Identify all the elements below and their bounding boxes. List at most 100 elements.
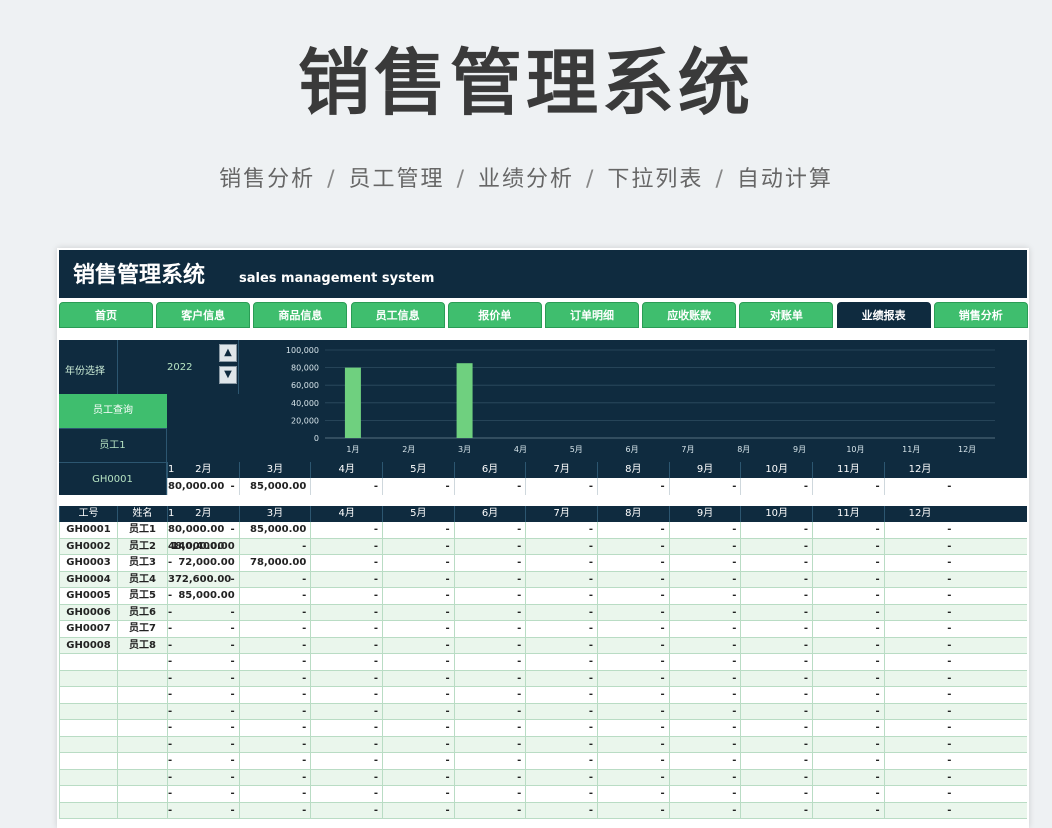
table-cell[interactable] [117,769,167,786]
table-cell[interactable]: - [167,802,239,819]
table-cell[interactable]: - [238,753,311,769]
table-cell[interactable]: - [382,753,454,769]
table-cell[interactable]: - [597,753,669,769]
table-cell[interactable]: - [597,637,669,654]
table-cell[interactable] [59,720,117,736]
table-cell[interactable]: - [167,736,239,753]
table-cell[interactable] [117,786,167,802]
table-cell[interactable]: - [525,637,597,654]
table-cell[interactable]: - [310,687,382,703]
table-cell[interactable]: - [453,654,526,670]
table-cell[interactable]: - [525,588,597,604]
table-cell[interactable]: - [812,604,884,621]
table-cell[interactable]: - [382,670,454,687]
table-cell[interactable]: - [238,720,311,736]
table-cell[interactable] [59,753,117,769]
table-cell[interactable]: - [597,571,669,588]
table-cell[interactable]: 员工7 [117,621,167,637]
table-cell[interactable]: - [883,654,956,670]
table-cell[interactable]: - [453,637,526,654]
table-cell[interactable]: 78,000.00 [238,555,311,571]
table-cell[interactable]: - [525,802,597,819]
table-cell[interactable]: - [668,769,741,786]
table-cell[interactable]: - [310,621,382,637]
table-cell[interactable]: - [668,736,741,753]
table-cell[interactable]: - [238,703,311,720]
table-cell[interactable]: - [812,687,884,703]
table-cell[interactable]: - [597,736,669,753]
table-cell[interactable]: - [883,555,956,571]
tab-2[interactable]: 商品信息 [253,302,348,328]
table-cell[interactable]: - [238,670,311,687]
table-cell[interactable]: - [812,753,884,769]
table-cell[interactable]: - [668,802,741,819]
table-cell[interactable]: - [310,736,382,753]
table-cell[interactable]: - [382,637,454,654]
year-value[interactable]: 2022 [167,362,192,373]
table-cell[interactable]: - [167,522,239,538]
table-cell[interactable]: - [238,802,311,819]
table-cell[interactable]: 72,000.00 [167,555,239,571]
table-cell[interactable]: - [525,670,597,687]
table-cell[interactable]: - [453,522,526,538]
table-cell[interactable]: - [883,604,956,621]
table-cell[interactable]: GH0001 [59,522,117,538]
table-cell[interactable]: - [382,621,454,637]
table-cell[interactable]: GH0005 [59,588,117,604]
table-cell[interactable]: - [740,786,812,802]
table-cell[interactable]: - [238,786,311,802]
table-cell[interactable]: - [740,670,812,687]
table-cell[interactable]: - [238,687,311,703]
table-cell[interactable]: - [382,654,454,670]
table-cell[interactable]: - [167,604,239,621]
table-cell[interactable]: - [668,670,741,687]
table-cell[interactable]: - [382,703,454,720]
year-down-button[interactable]: ▼ [219,366,237,384]
table-cell[interactable]: - [668,637,741,654]
table-cell[interactable]: 员工3 [117,555,167,571]
table-cell[interactable]: - [740,538,812,555]
table-cell[interactable]: - [740,637,812,654]
table-cell[interactable]: - [382,720,454,736]
tab-7[interactable]: 对账单 [739,302,834,328]
table-cell[interactable]: - [740,571,812,588]
table-cell[interactable]: - [453,769,526,786]
table-cell[interactable]: GH0008 [59,637,117,654]
table-cell[interactable]: - [668,703,741,720]
table-cell[interactable]: - [525,786,597,802]
table-cell[interactable]: - [812,637,884,654]
table-cell[interactable]: - [453,736,526,753]
year-up-button[interactable]: ▲ [219,344,237,362]
table-cell[interactable]: - [382,571,454,588]
table-cell[interactable]: - [740,588,812,604]
table-cell[interactable]: - [167,621,239,637]
table-cell[interactable]: - [668,604,741,621]
table-cell[interactable]: - [453,571,526,588]
table-cell[interactable]: 员工1 [117,522,167,538]
table-cell[interactable]: - [382,538,454,555]
table-cell[interactable]: - [382,522,454,538]
table-cell[interactable]: - [597,802,669,819]
table-cell[interactable] [59,670,117,687]
table-cell[interactable]: - [525,604,597,621]
table-cell[interactable]: - [525,654,597,670]
table-cell[interactable]: - [883,522,956,538]
table-cell[interactable]: - [883,670,956,687]
table-cell[interactable]: - [310,604,382,621]
table-cell[interactable]: - [812,720,884,736]
table-cell[interactable]: - [597,769,669,786]
table-cell[interactable]: - [883,637,956,654]
table-cell[interactable]: - [382,769,454,786]
table-cell[interactable]: - [668,522,741,538]
table-cell[interactable]: - [453,802,526,819]
table-cell[interactable]: - [740,736,812,753]
table-cell[interactable] [59,769,117,786]
table-cell[interactable]: - [883,736,956,753]
employee-name-select[interactable]: 员工1 [59,428,167,462]
table-cell[interactable]: - [453,621,526,637]
table-cell[interactable]: 85,000.00 [167,588,239,604]
table-cell[interactable]: GH0004 [59,571,117,588]
table-cell[interactable]: - [238,769,311,786]
table-cell[interactable]: - [812,769,884,786]
table-cell[interactable]: - [238,538,311,555]
